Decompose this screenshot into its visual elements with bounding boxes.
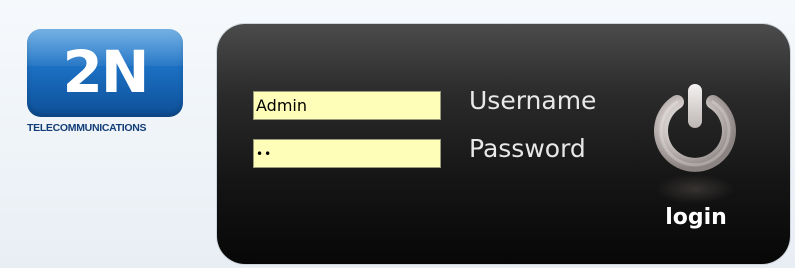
username-input[interactable] [253,91,441,120]
power-icon[interactable] [647,80,743,176]
logo-subtitle: TELECOMMUNICATIONS [27,122,147,134]
password-input[interactable] [253,139,441,168]
logo-mark: 2N [62,38,150,106]
login-panel: Username Password login [217,24,790,264]
brand-logo: 2N [27,29,183,117]
power-reflection [655,174,735,204]
username-label: Username [469,86,597,115]
login-button[interactable]: login [661,205,731,231]
password-label: Password [469,134,586,163]
